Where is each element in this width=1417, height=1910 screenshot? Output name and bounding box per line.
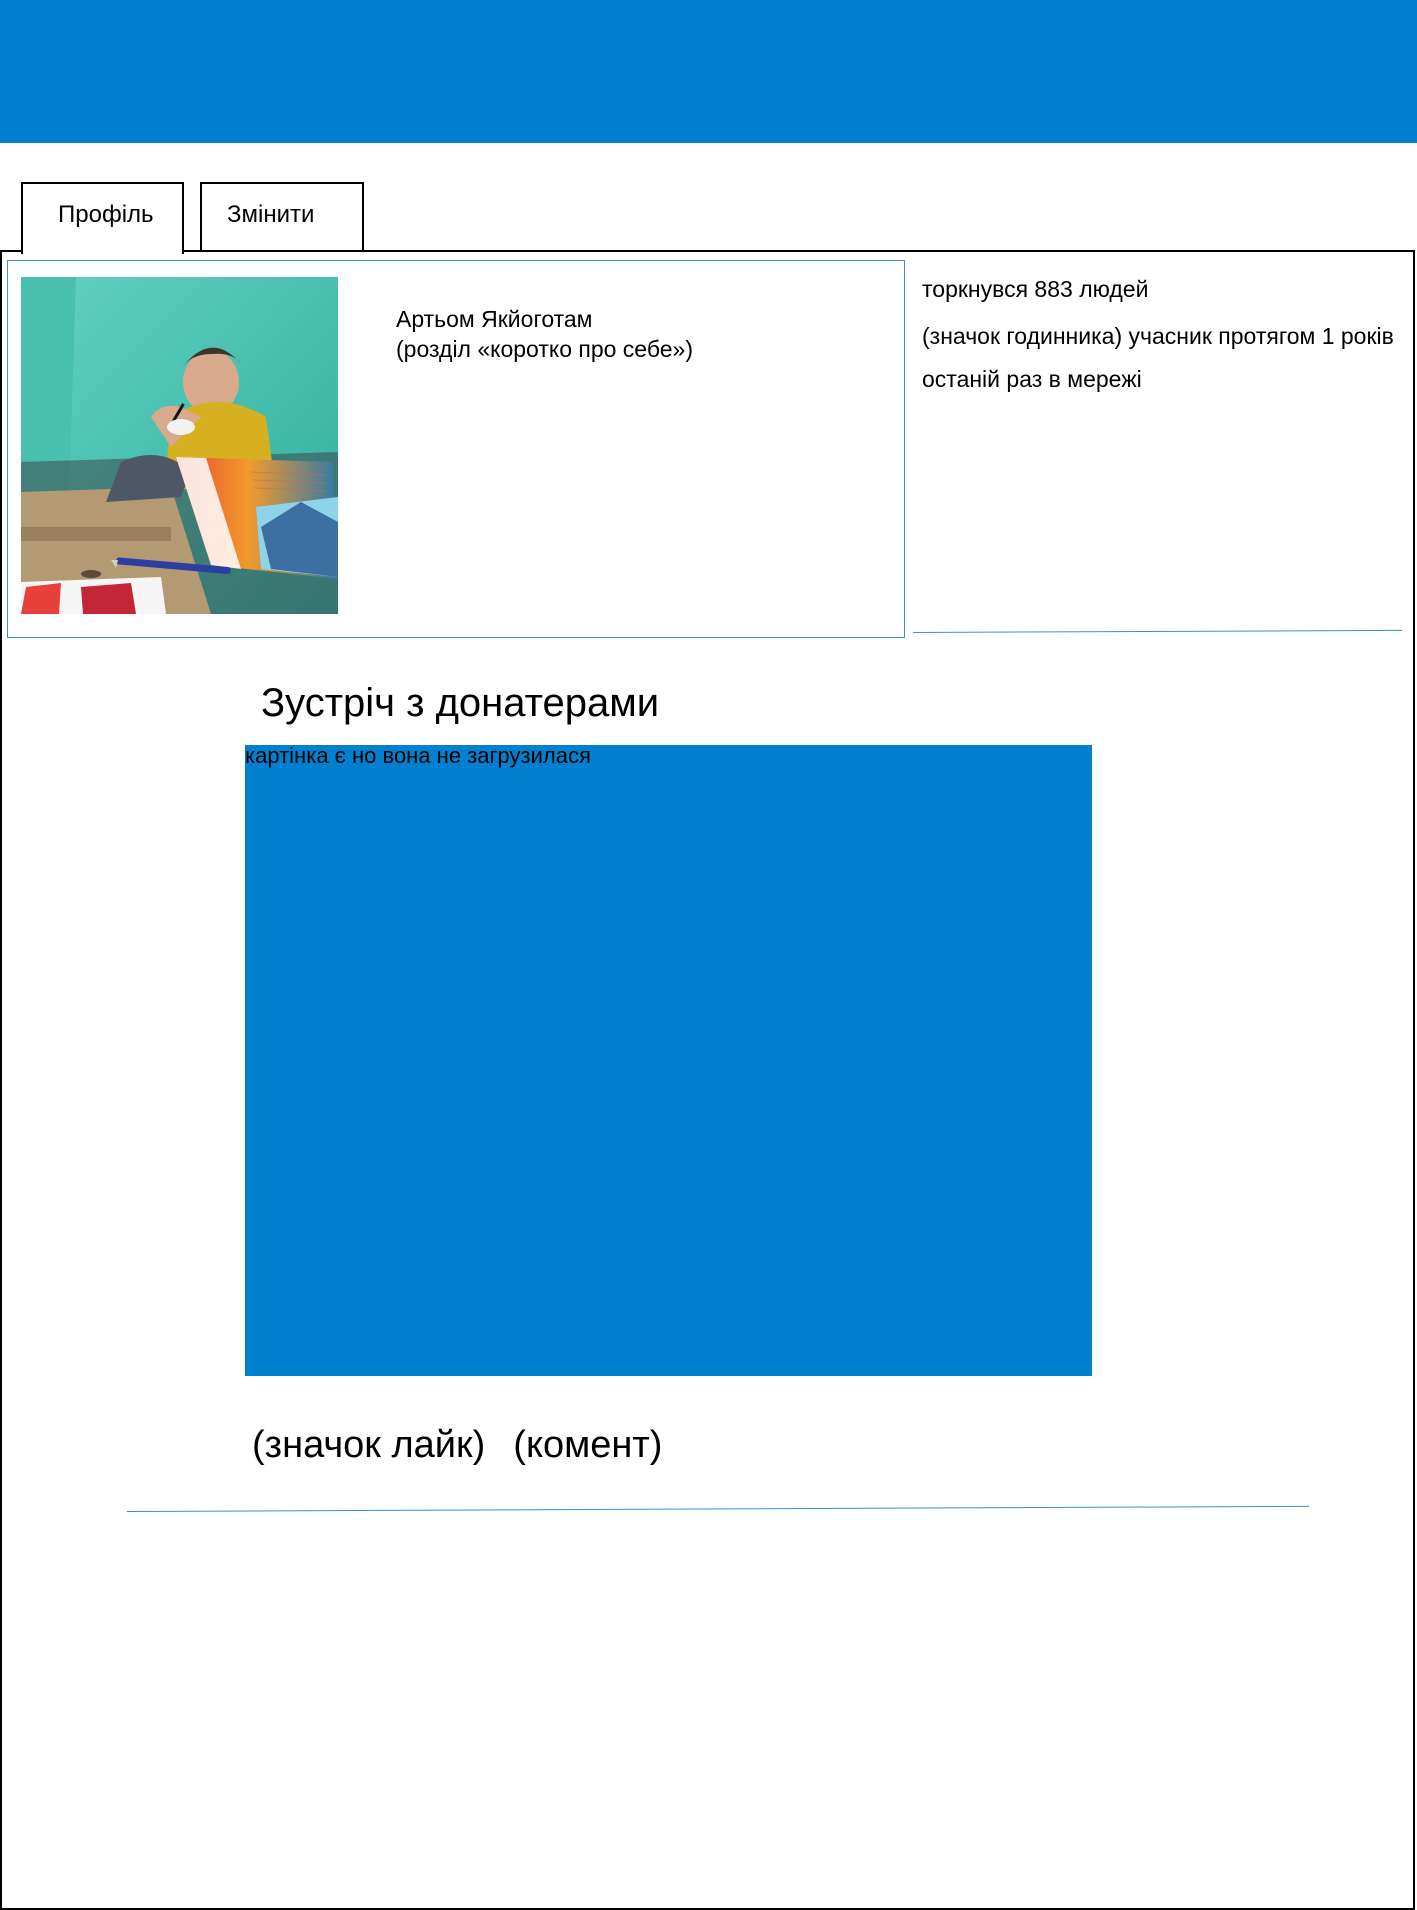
stat-people-reached: торкнувся 883 людей — [922, 276, 1149, 302]
tab-edit[interactable]: Змінити — [200, 182, 364, 252]
post-image-caption: картінка є но вона не загрузилася — [245, 743, 591, 768]
post-image-placeholder[interactable] — [245, 745, 1092, 1376]
post-actions: (значок лайк) (комент) — [252, 1424, 662, 1467]
tab-profile-label: Профіль — [58, 201, 154, 228]
top-header-bar — [0, 0, 1417, 143]
post-title: Зустріч з донатерами — [261, 681, 660, 725]
comment-button[interactable]: (комент) — [513, 1424, 662, 1467]
stat-member-since: (значок годинника) учасник протягом 1 ро… — [922, 323, 1394, 349]
user-about: (розділ «коротко про себе») — [396, 336, 694, 362]
tab-edit-label: Змінити — [227, 201, 315, 228]
tab-profile[interactable]: Профіль — [21, 182, 184, 254]
avatar[interactable] — [21, 277, 338, 614]
user-name: Артьом Якйоготам — [396, 306, 593, 332]
stat-last-online: останій раз в мережі — [922, 366, 1142, 392]
like-button[interactable]: (значок лайк) — [252, 1424, 485, 1467]
